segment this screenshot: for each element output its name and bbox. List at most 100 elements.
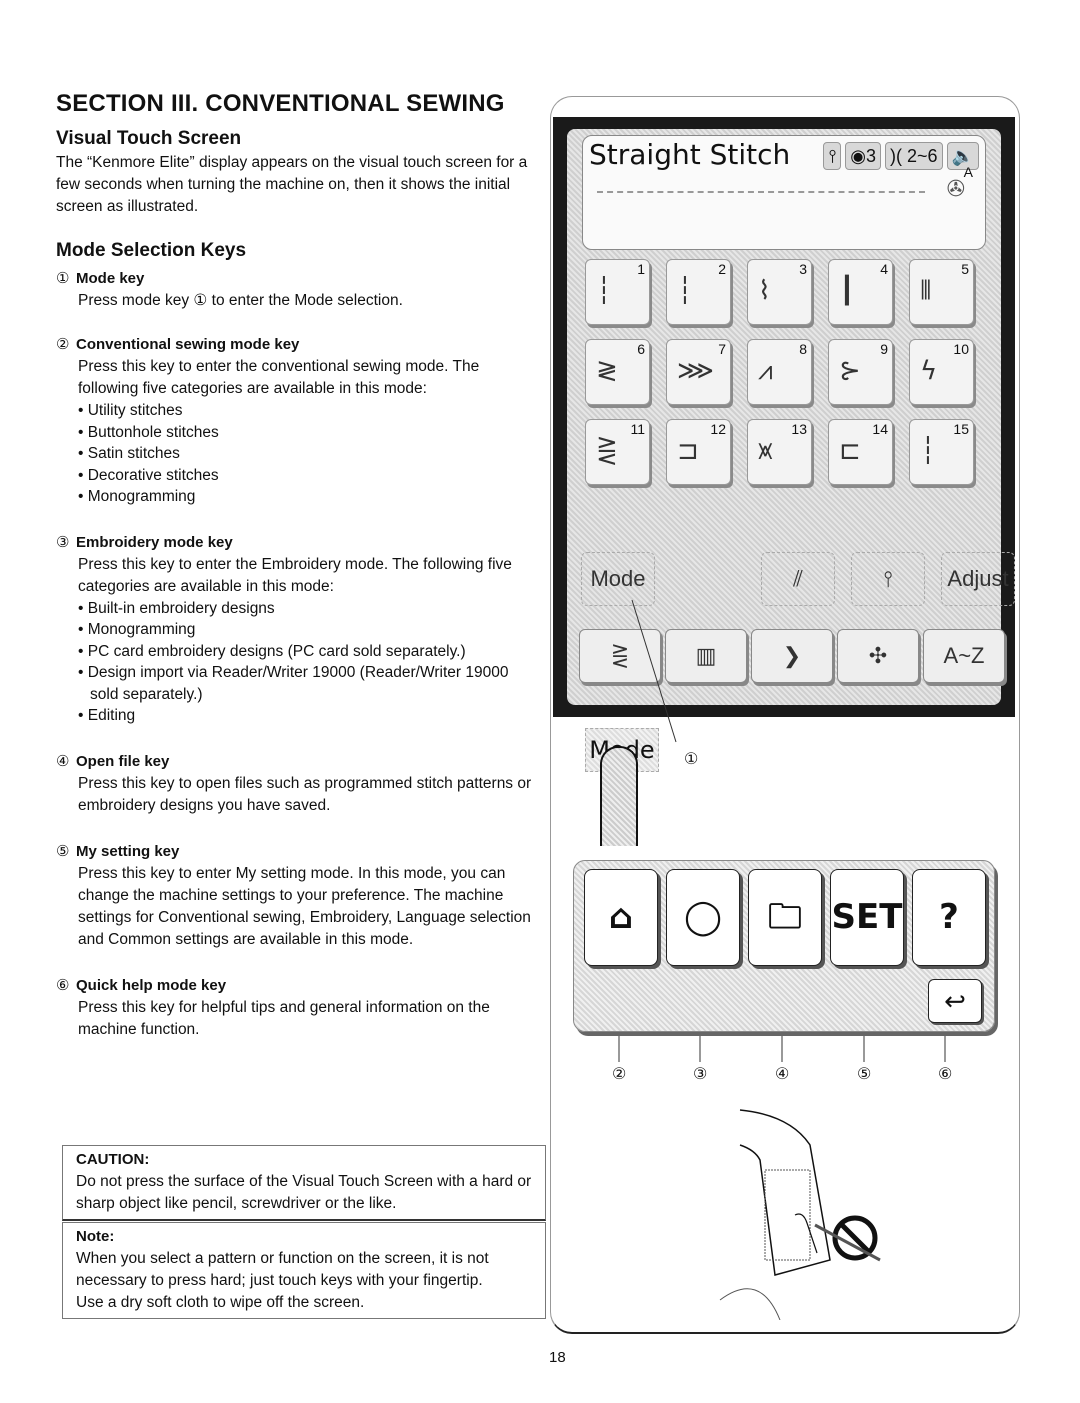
callout-number: ⑥ (56, 976, 70, 994)
tab-utility-stitches[interactable]: ⋛ (579, 629, 661, 683)
stitch-key-3[interactable]: 3 ⌇ (747, 259, 812, 325)
stitch-pattern-icon: ⌇ (758, 276, 771, 306)
stitch-pattern-icon: ┆ (920, 436, 936, 466)
stitch-key-7[interactable]: 7 ⋙ (666, 339, 731, 405)
stitch-name: Straight Stitch (589, 138, 791, 171)
bullet-item: Buttonhole stitches (78, 422, 536, 444)
section-title: SECTION III. CONVENTIONAL SEWING (56, 90, 505, 117)
tab-buttonhole-stitches[interactable]: ▥ (665, 629, 747, 683)
item-title: My setting key (76, 842, 180, 860)
page-number: 18 (549, 1349, 566, 1366)
item-body: Press this key to open files such as pro… (78, 774, 532, 814)
stitch-key-8[interactable]: 8 ⩘ (747, 339, 812, 405)
item-title: Quick help mode key (76, 976, 227, 994)
tab-satin-stitches[interactable]: ❯ (751, 629, 833, 683)
stitch-key-12[interactable]: 12 ⊐ (666, 419, 731, 485)
stitch-key-5[interactable]: 5 ⦀ (909, 259, 974, 325)
item-title: Mode key (76, 270, 145, 287)
stitch-pattern-icon: ┆ (596, 276, 612, 306)
tab-monogramming[interactable]: A~Z (923, 629, 1005, 683)
stitch-preview-line (597, 191, 925, 193)
bullet-item: PC card embroidery designs (PC card sold… (78, 641, 536, 663)
function-key-bar: Mode ⫽ ⫯ Adjust (581, 552, 1015, 606)
stitch-key-13[interactable]: 13 ⩙ (747, 419, 812, 485)
item-conventional-sewing-key: ② Conventional sewing mode key Press this… (56, 334, 536, 508)
bullet-item: Built-in embroidery designs (78, 598, 536, 620)
stitch-pattern-icon: ⩙ (758, 436, 773, 466)
touch-screen-illustration: Straight Stitch ⫯ ◉3 )( 2~6 🔈 A ✇ 1 ┆ 2 ┆ … (553, 117, 1015, 717)
sewing-machine-icon[interactable]: ⌂ (584, 869, 658, 966)
stitch-pattern-icon: ⩘ (758, 356, 773, 386)
callout-5: ⑤ (857, 1066, 872, 1083)
presser-foot-pressure-icon: )( 2~6 (885, 142, 943, 170)
stitch-pattern-icon: ⋛ (596, 436, 618, 466)
item-body: Press this key to enter My setting mode.… (78, 864, 531, 948)
callout-number: ⑤ (56, 842, 70, 860)
bullet-item: Monogramming (78, 619, 536, 641)
finger-icon (600, 746, 638, 846)
item-my-setting-key: ⑤ My setting key Press this key to enter … (56, 841, 536, 951)
stitch-key-9[interactable]: 9 ⊱ (828, 339, 893, 405)
stitch-key-15[interactable]: 15 ┆ (909, 419, 974, 485)
note-box: Note: When you select a pattern or funct… (62, 1222, 546, 1319)
stitch-key-6[interactable]: 6 ≷ (585, 339, 650, 405)
caution-body: Do not press the surface of the Visual T… (76, 1173, 532, 1212)
embroidery-machine-icon[interactable]: ◯ (666, 869, 740, 966)
visual-touch-body: The “Kenmore Elite” display appears on t… (56, 154, 528, 215)
item-body: Press this key for helpful tips and gene… (78, 998, 490, 1038)
stitch-key-4[interactable]: 4 ┃ (828, 259, 893, 325)
back-arrow-icon[interactable]: ↩ (928, 979, 982, 1023)
stitch-pattern-icon: ⊐ (677, 436, 699, 466)
stitch-key-14[interactable]: 14 ⊏ (828, 419, 893, 485)
machine-touch-warning-illustration (719, 1109, 881, 1320)
visual-touch-heading: Visual Touch Screen (56, 128, 242, 149)
stitch-key-1[interactable]: 1 ┆ (585, 259, 650, 325)
needle-icon: ⫯ (823, 142, 842, 170)
text-column: SECTION III. CONVENTIONAL SEWING Visual … (56, 90, 536, 1041)
item-embroidery-key: ③ Embroidery mode key Press this key to e… (56, 532, 536, 727)
stitch-key-2[interactable]: 2 ┆ (666, 259, 731, 325)
item-body: Press this key to enter the Embroidery m… (78, 555, 512, 595)
stitch-key-grid: 1 ┆ 2 ┆ 3 ⌇ 4 ┃ 5 ⦀ 6 ≷ 7 ⋙ 8 ⩘ 9 ⊱ 10 ϟ 11 ⋛ 12 ⊐ 1… (585, 259, 974, 485)
callout-number: ③ (56, 533, 70, 551)
item-body: Press this key to enter the conventional… (78, 358, 480, 397)
category-tabs: ⋛ ▥ ❯ ✣ A~Z (579, 629, 1005, 683)
pressure-value: 2~6 (907, 146, 938, 166)
item-title: Conventional sewing mode key (76, 336, 300, 353)
stitch-status-display: Straight Stitch ⫯ ◉3 )( 2~6 🔈 A ✇ (582, 135, 986, 250)
note-line: When you select a pattern or function on… (76, 1250, 489, 1289)
callout-4: ④ (775, 1066, 790, 1083)
help-icon[interactable]: ? (912, 869, 986, 966)
item-body: Press mode key ① to enter the Mode selec… (78, 292, 403, 309)
stitch-pattern-icon: ⊱ (839, 356, 861, 386)
twin-needle-icon[interactable]: ⫽ (761, 552, 835, 606)
callout-number: ② (56, 336, 70, 353)
bullet-item: Editing (78, 705, 536, 727)
item-open-file-key: ④ Open file key Press this key to open fi… (56, 751, 536, 817)
item-title: Embroidery mode key (76, 533, 233, 551)
stitch-pattern-icon: ⋙ (677, 356, 714, 386)
stitch-key-10[interactable]: 10 ϟ (909, 339, 974, 405)
callout-number: ④ (56, 752, 70, 770)
presser-foot-label: A (963, 164, 973, 180)
callout-2: ② (612, 1066, 627, 1083)
mode-button[interactable]: Mode (581, 552, 655, 606)
bullet-item: Utility stitches (78, 400, 536, 422)
callout-1: ① (684, 751, 699, 768)
note-title: Note: (76, 1228, 115, 1245)
mode-selection-heading: Mode Selection Keys (56, 240, 247, 261)
bullet-item: Satin stitches (78, 443, 536, 465)
stitch-pattern-icon: ≷ (596, 356, 618, 386)
callout-6: ⑥ (938, 1066, 953, 1083)
tab-decorative-stitches[interactable]: ✣ (837, 629, 919, 683)
adjust-button[interactable]: Adjust (941, 552, 1015, 606)
stitch-key-11[interactable]: 11 ⋛ (585, 419, 650, 485)
tension-value: 3 (866, 146, 877, 166)
set-icon[interactable]: SET (830, 869, 904, 966)
bullet-item: Monogramming (78, 486, 536, 508)
stitch-pattern-icon: ϟ (920, 356, 938, 386)
callout-3: ③ (693, 1066, 708, 1083)
open-folder-icon[interactable]: 🗀 (748, 869, 822, 966)
bullet-item: Design import via Reader/Writer 19000 (R… (78, 662, 536, 705)
needle-up-down-icon[interactable]: ⫯ (851, 552, 925, 606)
